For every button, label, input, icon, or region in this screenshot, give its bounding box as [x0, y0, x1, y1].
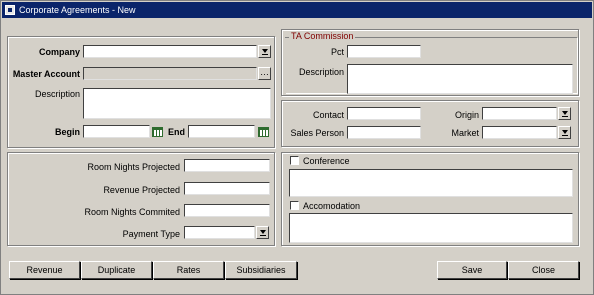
conference-textarea[interactable] [289, 169, 573, 197]
begin-calendar-button[interactable] [151, 125, 164, 138]
rates-button[interactable]: Rates [153, 261, 224, 279]
ta-description-textarea[interactable] [347, 64, 573, 94]
end-calendar-button[interactable] [257, 125, 270, 138]
end-date-field[interactable] [188, 125, 255, 138]
description-textarea[interactable] [83, 88, 271, 119]
ta-commission-legend: TA Commission [289, 31, 356, 41]
master-account-lookup-button[interactable]: … [258, 67, 271, 80]
duplicate-button[interactable]: Duplicate [81, 261, 152, 279]
conference-checkbox[interactable] [290, 156, 299, 165]
payment-type-dropdown-button[interactable] [256, 226, 269, 239]
market-field[interactable] [482, 126, 557, 139]
accomodation-textarea[interactable] [289, 213, 573, 243]
accomodation-label: Accomodation [303, 201, 361, 211]
pct-field[interactable] [347, 45, 421, 58]
master-account-label: Master Account [12, 69, 80, 79]
room-nights-projected-label: Room Nights Projected [87, 162, 180, 172]
payment-type-label: Payment Type [122, 229, 180, 239]
revenue-projected-field[interactable] [184, 182, 270, 195]
window-title: Corporate Agreements - New [19, 5, 136, 15]
contact-field[interactable] [347, 107, 421, 120]
conference-label: Conference [303, 156, 350, 166]
ta-description-label: Description [298, 67, 344, 77]
origin-dropdown-button[interactable] [558, 107, 571, 120]
company-dropdown-button[interactable] [258, 45, 271, 58]
master-account-field[interactable] [83, 67, 257, 80]
calendar-icon [152, 127, 163, 137]
room-nights-projected-field[interactable] [184, 159, 270, 172]
market-label: Market [451, 128, 479, 138]
dropdown-arrow-icon [561, 111, 568, 115]
sales-person-label: Sales Person [290, 128, 344, 138]
pct-label: Pct [330, 47, 344, 57]
end-label: End [168, 127, 185, 137]
room-nights-commited-field[interactable] [184, 204, 270, 217]
revenue-projected-label: Revenue Projected [103, 185, 180, 195]
begin-label: Begin [54, 127, 80, 137]
title-bar: Corporate Agreements - New [2, 2, 592, 18]
save-button[interactable]: Save [437, 261, 507, 279]
sales-person-field[interactable] [347, 126, 421, 139]
begin-date-field[interactable] [83, 125, 150, 138]
corporate-agreements-window: Corporate Agreements - New Company Maste… [0, 0, 594, 295]
company-label: Company [38, 47, 80, 57]
ellipsis-icon: … [260, 67, 269, 77]
dropdown-arrow-icon [259, 230, 266, 234]
accomodation-checkbox[interactable] [290, 201, 299, 210]
origin-label: Origin [454, 110, 479, 120]
payment-type-field[interactable] [184, 226, 255, 239]
origin-field[interactable] [482, 107, 557, 120]
close-button[interactable]: Close [508, 261, 579, 279]
calendar-icon [258, 127, 269, 137]
room-nights-commited-label: Room Nights Commited [84, 207, 180, 217]
subsidiaries-button[interactable]: Subsidiaries [225, 261, 297, 279]
dropdown-arrow-icon [261, 49, 268, 53]
app-icon [5, 5, 15, 15]
market-dropdown-button[interactable] [558, 126, 571, 139]
revenue-button[interactable]: Revenue [9, 261, 80, 279]
company-field[interactable] [83, 45, 257, 58]
dropdown-arrow-icon [561, 130, 568, 134]
description-label: Description [34, 89, 80, 99]
contact-label: Contact [312, 110, 344, 120]
